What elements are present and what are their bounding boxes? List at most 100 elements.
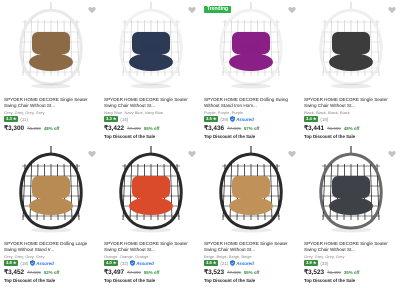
rating-value: 3.5 xyxy=(206,116,212,122)
price-row: ₹3,523 ₹5,499 35% off xyxy=(304,268,359,276)
product-variant: Grey, Grey, Grey, Grey xyxy=(304,254,345,259)
discount-percent: 48% off xyxy=(343,126,360,131)
swing-chair-image xyxy=(108,146,194,234)
star-icon: ★ xyxy=(12,116,17,122)
discount-percent: 57% off xyxy=(243,126,260,131)
star-icon: ★ xyxy=(212,260,217,266)
heart-icon[interactable] xyxy=(388,150,396,158)
product-image[interactable] xyxy=(308,2,394,90)
star-icon: ★ xyxy=(312,260,317,266)
swing-chair-image xyxy=(308,2,394,90)
heart-icon[interactable] xyxy=(88,150,96,158)
rating-value: 3.5 xyxy=(206,260,212,266)
price: ₹3,436 xyxy=(204,125,225,132)
product-variant: Orange, Orange, Orange xyxy=(104,254,149,259)
price: ₹3,497 xyxy=(104,269,125,276)
product-variant: Navy Blue, Navy Blue, Navy Blue xyxy=(104,110,164,115)
rating-value: 3.3 xyxy=(106,116,112,122)
assured-badge: Assured xyxy=(230,260,254,266)
product-card[interactable]: SPYDER HOME DECORE Single Seater Swing C… xyxy=(300,144,400,288)
heart-icon xyxy=(288,7,296,14)
rating-count: (29) xyxy=(220,116,229,122)
rating-count: (16) xyxy=(120,116,129,122)
deal-label: Top Discount of the Sale xyxy=(104,134,156,139)
rating-count: (18) xyxy=(20,260,29,266)
product-card[interactable]: SPYDER HOME DECORE Single Seater Swing C… xyxy=(100,144,200,288)
rating-badge: 3.3 ★ xyxy=(104,116,119,122)
product-variant: Grey, Grey, Grey, Grey xyxy=(4,110,45,115)
original-price: ₹7,499 xyxy=(127,126,141,131)
trending-badge: Trending xyxy=(204,6,232,13)
rating-value: 3.3 xyxy=(6,116,12,122)
product-card[interactable]: SPYDER HOME DECORE Dolling Large Swing W… xyxy=(0,144,100,288)
original-price: ₹7,999 xyxy=(127,270,141,275)
product-variant: Purple, Purple, Purple xyxy=(204,110,244,115)
rating-count: (32) xyxy=(120,260,129,266)
rating-row: 3.5 ★ (29) Assured xyxy=(204,116,254,122)
original-price: ₹6,899 xyxy=(27,126,41,131)
discount-percent: 52% off xyxy=(43,270,60,275)
assured-shield-icon xyxy=(30,260,36,266)
product-card[interactable]: SPYDER HOME DECORE Single Seater Swing C… xyxy=(300,0,400,144)
heart-icon[interactable] xyxy=(388,6,396,14)
product-title[interactable]: SPYDER HOME DECORE Dolling Large Swing W… xyxy=(4,241,98,253)
heart-icon[interactable] xyxy=(288,150,296,158)
rating-row: 3.4 ★ (18) xyxy=(304,116,328,122)
product-image[interactable] xyxy=(208,2,294,90)
price-row: ₹3,436 ₹7,999 57% off xyxy=(204,124,259,132)
price: ₹3,300 xyxy=(4,125,25,132)
heart-icon[interactable] xyxy=(288,6,296,14)
product-card[interactable]: SPYDER HOME DECORE Single Seater Swing C… xyxy=(100,0,200,144)
product-title[interactable]: SPYDER HOME DECORE Dolling Swing Without… xyxy=(204,97,298,109)
product-image[interactable] xyxy=(108,2,194,90)
assured-badge: Assured xyxy=(230,116,254,122)
heart-icon[interactable] xyxy=(188,6,196,14)
rating-badge: 3.8 ★ xyxy=(4,260,19,266)
rating-value: 3.4 xyxy=(306,116,312,122)
heart-icon[interactable] xyxy=(188,150,196,158)
product-grid: SPYDER HOME DECORE Single Seater Swing C… xyxy=(0,0,400,288)
product-title[interactable]: SPYDER HOME DECORE Single Seater Swing C… xyxy=(104,97,198,109)
star-icon: ★ xyxy=(12,260,17,266)
deal-label: Top Discount of the Sale xyxy=(4,278,56,283)
product-title[interactable]: SPYDER HOME DECORE Single Seater Swing C… xyxy=(4,97,98,109)
product-title[interactable]: SPYDER HOME DECORE Single Seater Swing C… xyxy=(104,241,198,253)
swing-chair-image xyxy=(108,2,194,90)
swing-chair-image xyxy=(308,146,394,234)
product-title[interactable]: SPYDER HOME DECORE Single Seater Swing C… xyxy=(304,97,398,109)
product-image[interactable] xyxy=(108,146,194,234)
product-image[interactable] xyxy=(8,2,94,90)
product-title[interactable]: SPYDER HOME DECORE Single Seater Swing C… xyxy=(304,241,398,253)
product-image[interactable] xyxy=(208,146,294,234)
swing-chair-image xyxy=(208,2,294,90)
price-row: ₹3,300 ₹6,899 48% off xyxy=(4,124,59,132)
product-image[interactable] xyxy=(8,146,94,234)
rating-value: 3.9 xyxy=(306,260,312,266)
product-card[interactable]: Trending SPYDER HOME DECORE Dolling Swing… xyxy=(200,0,300,144)
rating-row: 3.3 ★ (11) xyxy=(4,116,28,122)
heart-icon[interactable] xyxy=(88,6,96,14)
swing-chair-image xyxy=(8,146,94,234)
swing-chair-image xyxy=(208,146,294,234)
deal-label: Top Discount of the Sale xyxy=(104,278,156,283)
price: ₹3,523 xyxy=(304,269,325,276)
rating-badge: 3.3 ★ xyxy=(4,116,19,122)
deal-label: Top Discount of the Sale xyxy=(304,134,356,139)
product-variant: Grey, Grey, Grey, Grey xyxy=(4,254,45,259)
rating-value: 3.8 xyxy=(6,260,12,266)
price: ₹3,523 xyxy=(204,269,225,276)
heart-icon xyxy=(388,151,396,158)
product-image[interactable] xyxy=(308,146,394,234)
product-card[interactable]: SPYDER HOME DECORE Single Seater Swing C… xyxy=(200,144,300,288)
rating-row: 3.3 ★ (16) xyxy=(104,116,128,122)
deal-label: Top Discount of the Sale xyxy=(204,134,256,139)
rating-count: (18) xyxy=(320,116,329,122)
assured-shield-icon xyxy=(230,260,236,266)
product-title[interactable]: SPYDER HOME DECORE Single Seater Swing C… xyxy=(204,241,298,253)
assured-label: Assured xyxy=(236,260,254,266)
original-price: ₹7,999 xyxy=(227,270,241,275)
price-row: ₹3,441 ₹6,999 48% off xyxy=(304,124,359,132)
price-row: ₹3,497 ₹7,999 55% off xyxy=(104,268,159,276)
product-card[interactable]: SPYDER HOME DECORE Single Seater Swing C… xyxy=(0,0,100,144)
price-row: ₹3,523 ₹7,999 55% off xyxy=(204,268,259,276)
